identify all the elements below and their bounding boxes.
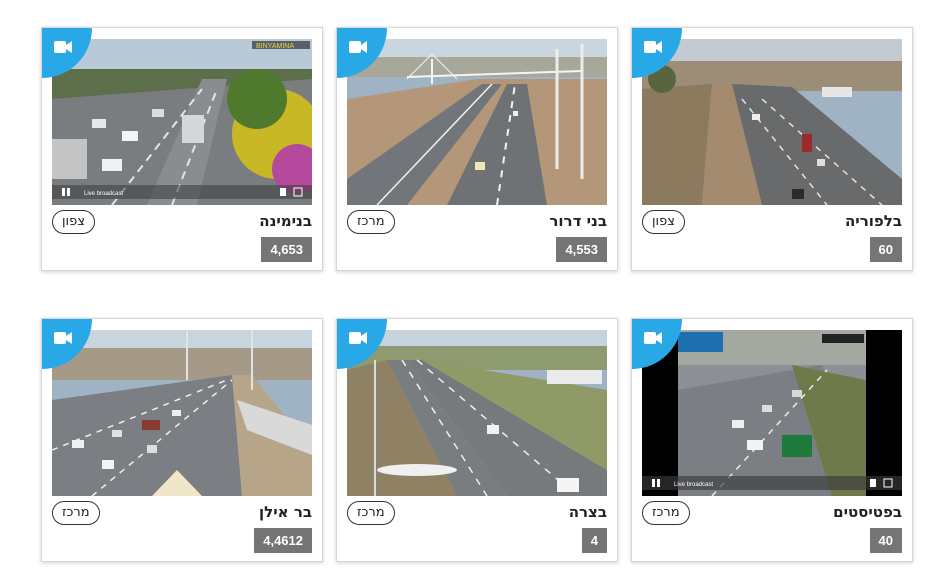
region-badge: צפון — [642, 210, 685, 234]
region-badge: צפון — [52, 210, 95, 234]
camera-card-baptists[interactable]: Live broadcast בפטיסטים מרכז 40 — [631, 318, 913, 562]
camera-card-batzra[interactable]: בצרה מרכז 4 — [336, 318, 618, 562]
player-status-text: Live broadcast — [674, 482, 713, 488]
view-count: 4 — [581, 528, 607, 553]
camera-watermark: BINYAMINA — [256, 43, 294, 50]
camera-thumbnail[interactable] — [642, 39, 902, 205]
camera-title: בנימינה — [259, 212, 312, 230]
camera-title: בלפוריה — [845, 212, 902, 230]
view-count: 4,553 — [556, 237, 607, 262]
camera-grid: BINYAMINA Live broadcast בנימינה צפון 4,… — [0, 0, 938, 585]
camera-card-bnei-dror[interactable]: בני דרור מרכז 4,553 — [336, 27, 618, 271]
region-badge: מרכז — [52, 501, 100, 525]
region-badge: מרכז — [347, 501, 395, 525]
camera-thumbnail[interactable] — [347, 330, 607, 496]
player-status-text: Live broadcast — [84, 191, 123, 197]
camera-thumbnail[interactable]: BINYAMINA Live broadcast — [52, 39, 312, 205]
view-count: 40 — [869, 528, 902, 553]
camera-title: בצרה — [568, 503, 607, 521]
region-badge: מרכז — [642, 501, 690, 525]
camera-title: בפטיסטים — [833, 503, 902, 521]
camera-title: בני דרור — [549, 212, 607, 230]
camera-card-binyamina[interactable]: BINYAMINA Live broadcast בנימינה צפון 4,… — [41, 27, 323, 271]
region-badge: מרכז — [347, 210, 395, 234]
camera-card-bar-ilan[interactable]: בר אילן מרכז 4,4612 — [41, 318, 323, 562]
view-count: 4,4612 — [254, 528, 312, 553]
view-count: 60 — [869, 237, 902, 262]
camera-thumbnail[interactable] — [347, 39, 607, 205]
camera-thumbnail[interactable]: Live broadcast — [642, 330, 902, 496]
camera-thumbnail[interactable] — [52, 330, 312, 496]
camera-title: בר אילן — [259, 503, 312, 521]
camera-card-balfouria[interactable]: בלפוריה צפון 60 — [631, 27, 913, 271]
view-count: 4,653 — [261, 237, 312, 262]
